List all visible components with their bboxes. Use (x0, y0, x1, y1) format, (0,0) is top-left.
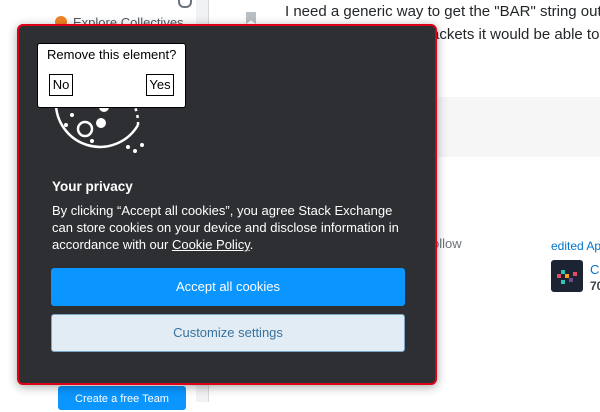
customize-settings-button[interactable]: Customize settings (51, 314, 405, 352)
accept-all-cookies-button[interactable]: Accept all cookies (51, 268, 405, 306)
consent-body: By clicking “Accept all cookies”, you ag… (52, 202, 410, 253)
avatar-icon[interactable] (551, 260, 583, 292)
info-icon (178, 0, 192, 8)
create-team-button[interactable]: Create a free Team (58, 386, 186, 410)
consent-body-end: . (249, 237, 254, 252)
question-line-1: I need a generic way to get the "BAR" st… (285, 3, 600, 20)
cookie-policy-link[interactable]: Cookie Policy (172, 237, 250, 252)
bookmark-icon[interactable] (246, 12, 256, 24)
editor-reputation: 70 (590, 279, 600, 293)
consent-title: Your privacy (52, 179, 133, 194)
remove-element-popup: Remove this element? No Yes (37, 43, 186, 108)
remove-element-question: Remove this element? (47, 47, 177, 62)
yes-button[interactable]: Yes (146, 74, 174, 96)
edited-link[interactable]: edited Ap (551, 239, 600, 253)
editor-name[interactable]: C (590, 262, 599, 277)
no-button[interactable]: No (49, 74, 73, 96)
